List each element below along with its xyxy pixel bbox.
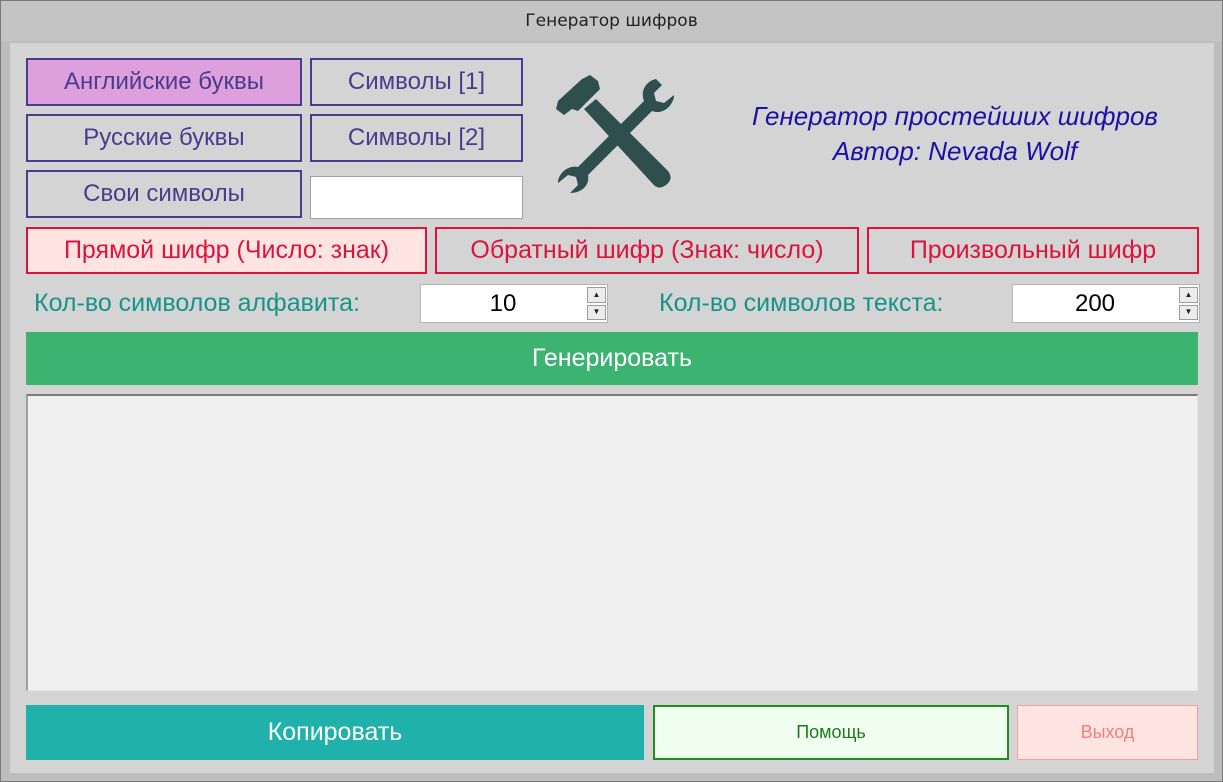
alphabet-count-value[interactable]: 10 <box>421 285 585 322</box>
spin-up-icon[interactable]: ▲ <box>587 287 606 303</box>
spin-down-icon[interactable]: ▼ <box>587 304 606 320</box>
alphabet-count-stepper[interactable]: 10 ▲ ▼ <box>420 284 608 323</box>
help-button[interactable]: Помощь <box>653 705 1009 760</box>
exit-button[interactable]: Выход <box>1017 705 1198 760</box>
custom-symbols-button[interactable]: Свои символы <box>26 170 302 218</box>
window-title: Генератор шифров <box>1 1 1222 41</box>
russian-letters-button[interactable]: Русские буквы <box>26 114 302 162</box>
english-letters-button[interactable]: Английские буквы <box>26 58 302 106</box>
spin-down-icon[interactable]: ▼ <box>1179 304 1198 320</box>
copy-button[interactable]: Копировать <box>26 705 644 760</box>
hammer-wrench-icon <box>556 75 674 193</box>
client-area: Английские буквы Символы [1] Русские бук… <box>10 43 1214 773</box>
text-count-label: Кол-во символов текста: <box>659 289 944 317</box>
about-author: Автор: Nevada Wolf <box>832 136 1078 166</box>
alphabet-count-label: Кол-во символов алфавита: <box>34 289 360 317</box>
custom-symbols-input[interactable] <box>310 176 523 219</box>
text-count-value[interactable]: 200 <box>1013 285 1177 322</box>
reverse-cipher-button[interactable]: Обратный шифр (Знак: число) <box>435 227 859 274</box>
direct-cipher-button[interactable]: Прямой шифр (Число: знак) <box>26 227 427 274</box>
output-textarea[interactable] <box>26 394 1198 691</box>
symbols-2-button[interactable]: Символы [2] <box>310 114 523 162</box>
about-text: Генератор простейших шифров Автор: Nevad… <box>690 99 1220 169</box>
spin-up-icon[interactable]: ▲ <box>1179 287 1198 303</box>
random-cipher-button[interactable]: Произвольный шифр <box>867 227 1199 274</box>
text-count-stepper[interactable]: 200 ▲ ▼ <box>1012 284 1200 323</box>
generate-button[interactable]: Генерировать <box>26 332 1198 385</box>
about-title: Генератор простейших шифров <box>752 101 1158 131</box>
symbols-1-button[interactable]: Символы [1] <box>310 58 523 106</box>
app-window: Генератор шифров Английские буквы Символ… <box>0 0 1223 782</box>
